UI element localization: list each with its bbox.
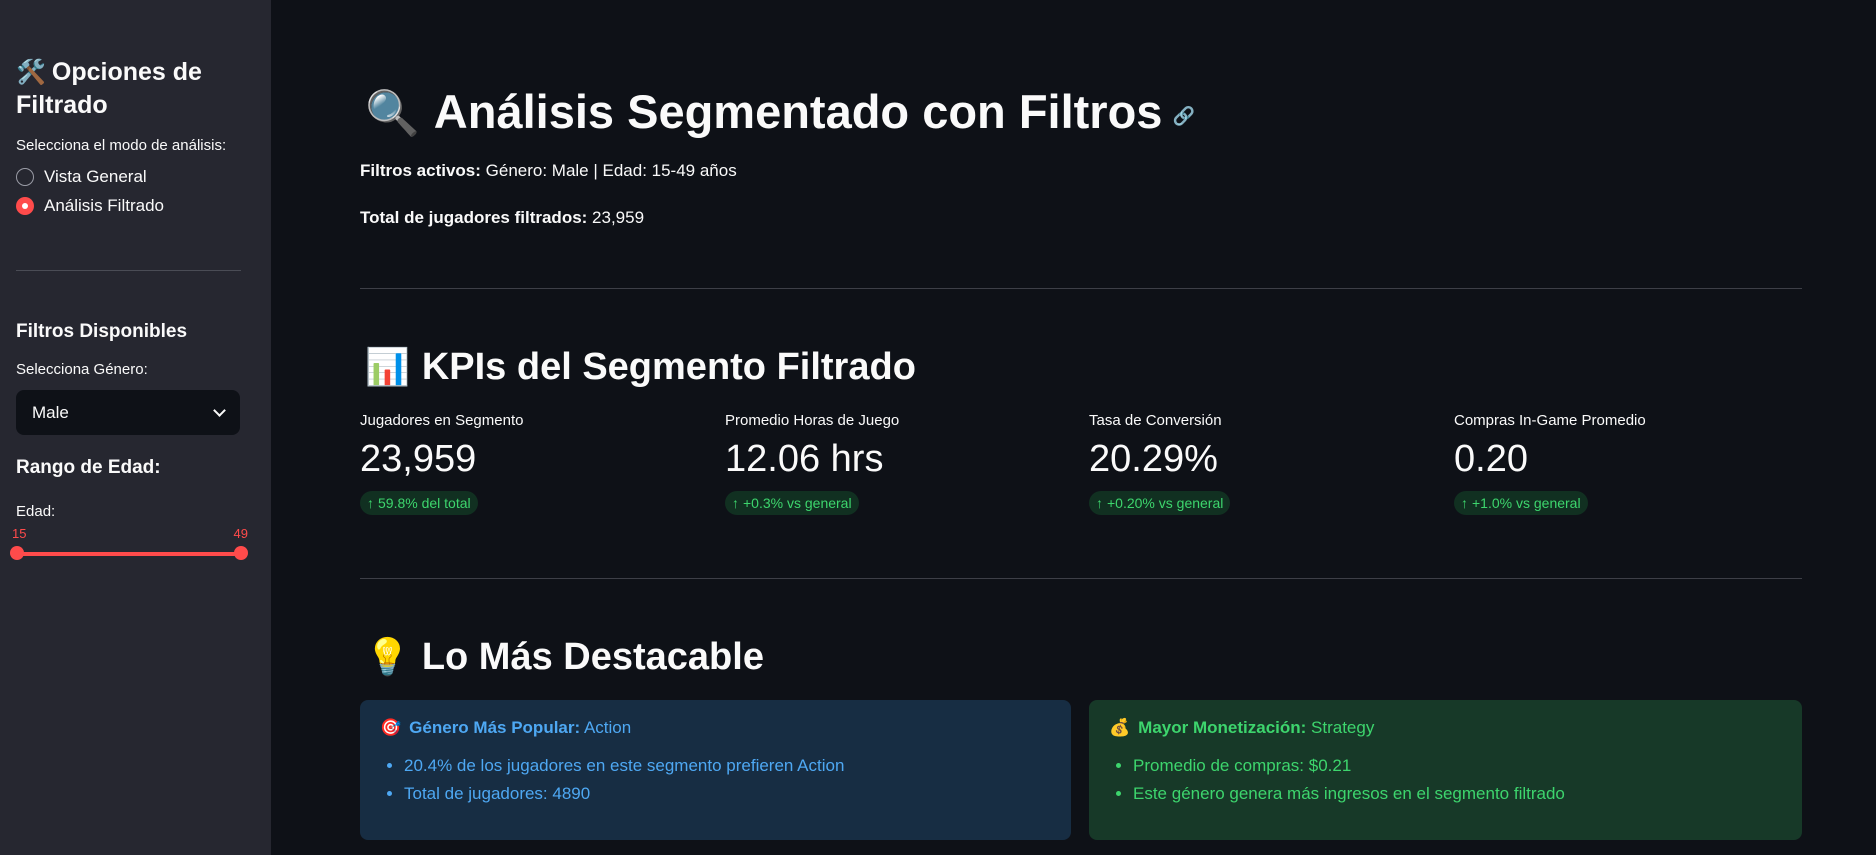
metric-delta: ↑ +0.3% vs general bbox=[725, 491, 859, 515]
arrow-up-icon: ↑ bbox=[732, 495, 739, 511]
age-max-value: 49 bbox=[233, 526, 248, 541]
mode-label: Selecciona el modo de análisis: bbox=[16, 137, 227, 154]
slider-min-handle[interactable] bbox=[10, 546, 24, 560]
radio-vista-general[interactable]: Vista General bbox=[16, 166, 255, 187]
metric-horas: Promedio Horas de Juego 12.06 hrs ↑ +0.3%… bbox=[725, 412, 1065, 515]
bar-chart-icon: 📊 bbox=[365, 346, 410, 387]
filters-title: Filtros Disponibles bbox=[16, 321, 188, 342]
money-bag-icon: 💰 bbox=[1109, 718, 1131, 737]
slider-max-handle[interactable] bbox=[234, 546, 248, 560]
radio-label: Análisis Filtrado bbox=[44, 195, 164, 215]
monetization-card: 💰Mayor Monetización: Strategy Promedio d… bbox=[1089, 700, 1802, 840]
popular-genre-card: 🎯Género Más Popular: Action 20.4% de los… bbox=[360, 700, 1071, 840]
radio-analisis-filtrado[interactable]: Análisis Filtrado bbox=[16, 195, 255, 216]
age-slider[interactable]: 15 49 bbox=[10, 526, 248, 566]
list-item: 20.4% de los jugadores en este segmento … bbox=[404, 756, 1051, 776]
lightbulb-icon: 💡 bbox=[365, 636, 410, 677]
divider bbox=[360, 288, 1802, 289]
highlight-section-title: 💡 Lo Más Destacable bbox=[365, 636, 764, 678]
gender-select-value: Male bbox=[32, 402, 69, 422]
metric-delta: ↑ +1.0% vs general bbox=[1454, 491, 1588, 515]
list-item: Promedio de compras: $0.21 bbox=[1133, 756, 1782, 776]
metric-conversion: Tasa de Conversión 20.29% ↑ +0.20% vs gen… bbox=[1089, 412, 1429, 515]
arrow-up-icon: ↑ bbox=[1461, 495, 1468, 511]
target-icon: 🎯 bbox=[380, 718, 402, 737]
chevron-down-icon bbox=[213, 403, 226, 417]
arrow-up-icon: ↑ bbox=[1096, 495, 1103, 511]
gender-select[interactable]: Male bbox=[16, 390, 240, 435]
link-icon[interactable]: 🔗 bbox=[1172, 86, 1194, 146]
magnifier-icon: 🔍 bbox=[365, 89, 420, 138]
sidebar-divider bbox=[16, 270, 241, 271]
popular-genre-list: 20.4% de los jugadores en este segmento … bbox=[380, 756, 1051, 804]
age-label: Edad: bbox=[16, 503, 56, 520]
active-filters: Filtros activos: Género: Male | Edad: 15… bbox=[360, 161, 737, 180]
monetization-list: Promedio de compras: $0.21 Este género g… bbox=[1109, 756, 1782, 804]
radio-unchecked-icon[interactable] bbox=[16, 167, 34, 186]
slider-track[interactable] bbox=[16, 552, 240, 556]
metric-delta: ↑ 59.8% del total bbox=[360, 491, 478, 515]
radio-checked-icon[interactable] bbox=[16, 196, 34, 215]
metric-compras: Compras In-Game Promedio 0.20 ↑ +1.0% vs … bbox=[1454, 412, 1794, 515]
metric-jugadores: Jugadores en Segmento 23,959 ↑ 59.8% del … bbox=[360, 412, 700, 515]
metric-delta: ↑ +0.20% vs general bbox=[1089, 491, 1231, 515]
list-item: Este género genera más ingresos en el se… bbox=[1133, 784, 1782, 804]
radio-label: Vista General bbox=[44, 166, 147, 186]
page-title: 🔍 Análisis Segmentado con Filtros 🔗 bbox=[365, 82, 1195, 146]
sidebar: 🛠️ Opciones de Filtrado Selecciona el mod… bbox=[0, 0, 271, 855]
age-min-value: 15 bbox=[12, 526, 27, 541]
tools-icon: 🛠️ bbox=[16, 59, 46, 86]
divider bbox=[360, 578, 1802, 579]
kpi-section-title: 📊 KPIs del Segmento Filtrado bbox=[365, 346, 916, 388]
arrow-up-icon: ↑ bbox=[367, 495, 374, 511]
sidebar-title: 🛠️ Opciones de Filtrado bbox=[16, 58, 202, 119]
list-item: Total de jugadores: 4890 bbox=[404, 784, 1051, 804]
age-title: Rango de Edad: bbox=[16, 457, 161, 478]
total-players: Total de jugadores filtrados: 23,959 bbox=[360, 208, 645, 227]
gender-label: Selecciona Género: bbox=[16, 361, 148, 378]
